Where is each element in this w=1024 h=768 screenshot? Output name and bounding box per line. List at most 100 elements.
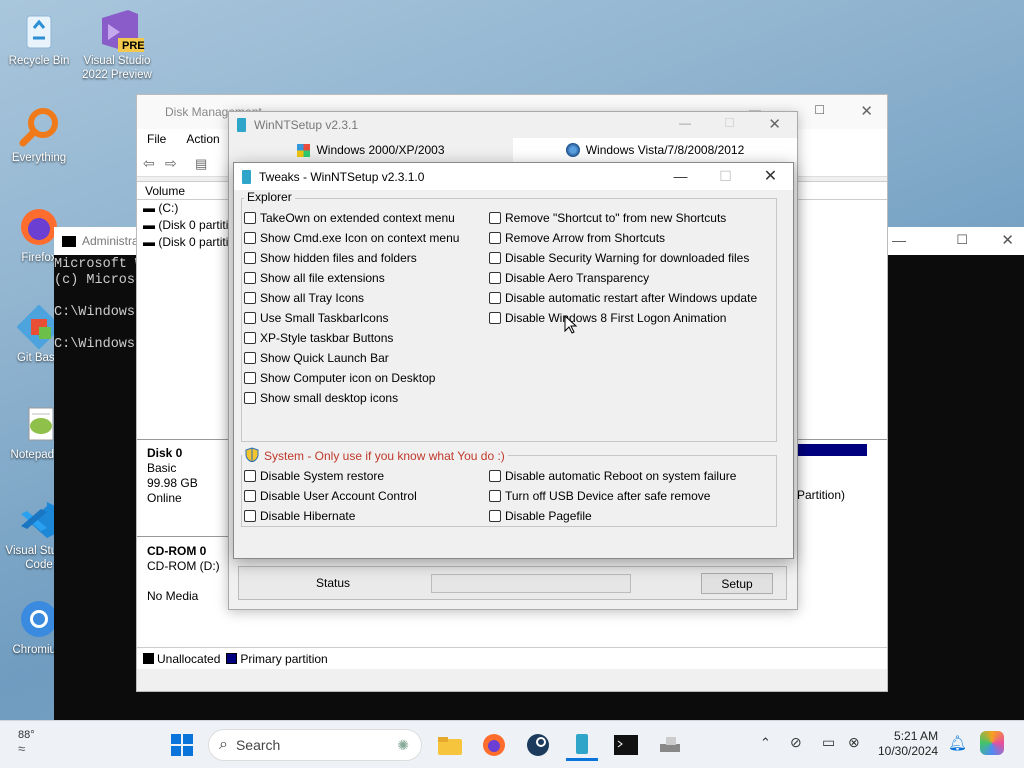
maximize-icon: ☐ (724, 116, 735, 130)
taskbar: 88° ≈ ⌕ Search ✺ ⌃ ⊘ ▭ ⊗ 5:21 AM 10/30/2… (0, 720, 1024, 768)
checkbox-auto-restart[interactable]: Disable automatic restart after Windows … (489, 291, 757, 305)
clock-time: 5:21 AM (894, 729, 939, 743)
checkbox-pagefile[interactable]: Disable Pagefile (489, 509, 592, 523)
firefox-taskbar-icon[interactable] (478, 729, 510, 761)
os-tabs: Windows 2000/XP/2003 Windows Vista/7/8/2… (229, 138, 797, 162)
forward-arrow-icon[interactable]: ⇨ (165, 155, 177, 172)
visual-studio-icon: PRE (94, 8, 145, 52)
checkbox-file-extensions[interactable]: Show all file extensions (244, 271, 385, 285)
start-button[interactable] (166, 729, 198, 761)
preview-badge: PRE (122, 40, 145, 52)
tab-windows-xp[interactable]: Windows 2000/XP/2003 (229, 138, 513, 162)
cdrom-label[interactable]: CD-ROM 0 CD-ROM (D:) No Media (147, 544, 220, 604)
maximize-icon: ☐ (719, 167, 732, 184)
checkbox-auto-reboot[interactable]: Disable automatic Reboot on system failu… (489, 469, 736, 483)
clock[interactable]: 5:21 AM 10/30/2024 (878, 729, 938, 759)
checkbox-cmd-icon[interactable]: Show Cmd.exe Icon on context menu (244, 231, 459, 245)
checkbox-aero-transparency[interactable]: Disable Aero Transparency (489, 271, 649, 285)
winntsetup-icon (237, 118, 246, 132)
search-icon: ⌕ (219, 736, 228, 753)
maximize-icon[interactable]: ☐ (814, 103, 825, 117)
recycle-bin-icon (17, 8, 61, 52)
desktop-icon-label: Everything (11, 152, 67, 164)
close-icon[interactable]: ✕ (748, 163, 793, 189)
primary-partition-bar (797, 444, 867, 456)
checkbox-small-taskbar-icons[interactable]: Use Small TaskbarIcons (244, 311, 389, 325)
checkbox-takeown[interactable]: TakeOwn on extended context menu (244, 211, 455, 225)
steam-icon[interactable] (522, 729, 554, 761)
chevron-up-icon[interactable]: ⌃ (760, 735, 771, 751)
checkbox-remove-arrow[interactable]: Remove Arrow from Shortcuts (489, 231, 665, 245)
tweaks-title: Tweaks - WinNTSetup v2.3.1.0 (259, 169, 425, 184)
winnt-title: WinNTSetup v2.3.1 (254, 118, 359, 132)
copilot-icon[interactable] (980, 731, 1004, 755)
tab-windows-vista[interactable]: Windows Vista/7/8/2008/2012 (513, 138, 797, 162)
system-group-label: System - Only use if you know what You d… (242, 447, 508, 465)
shield-icon (245, 447, 259, 465)
desktop-icon-label: Recycle Bin (8, 55, 70, 67)
close-icon[interactable]: ✕ (768, 115, 781, 133)
checkbox-hidden-files[interactable]: Show hidden files and folders (244, 251, 417, 265)
legend-unallocated: Unallocated (143, 652, 220, 666)
terminal-taskbar-icon[interactable] (610, 729, 642, 761)
windows-vista-orb-icon (565, 143, 580, 157)
search-placeholder: Search (235, 737, 281, 753)
volume-muted-icon[interactable]: ⊗ (848, 734, 860, 751)
tweaks-titlebar[interactable]: Tweaks - WinNTSetup v2.3.1.0 — ☐ ✕ (234, 163, 793, 190)
desktop-icon-recycle-bin[interactable]: Recycle Bin (3, 8, 75, 68)
desktop-icon-label: Visual Studio 2022 Preview (82, 55, 152, 81)
maximize-icon[interactable]: ☐ (956, 232, 968, 248)
checkbox-tray-icons[interactable]: Show all Tray Icons (244, 291, 364, 305)
checkbox-hibernate[interactable]: Disable Hibernate (244, 509, 355, 523)
partition-label[interactable]: Partition) (797, 488, 845, 502)
status-label: Status (316, 576, 351, 590)
disk-management-taskbar-icon[interactable] (654, 729, 686, 761)
status-panel: Status Setup (238, 566, 787, 600)
weather-widget[interactable]: 88° ≈ (18, 729, 35, 756)
checkbox-system-restore[interactable]: Disable System restore (244, 469, 384, 483)
network-icon[interactable]: ⊘ (790, 734, 802, 751)
winnt-titlebar[interactable]: WinNTSetup v2.3.1 — ☐ ✕ (229, 112, 797, 138)
tweaks-dialog[interactable]: Tweaks - WinNTSetup v2.3.1.0 — ☐ ✕ Explo… (233, 162, 794, 559)
windows-logo-icon (171, 734, 193, 756)
display-icon[interactable]: ▭ (822, 734, 835, 751)
winntsetup-icon (242, 169, 251, 184)
checkbox-logon-animation[interactable]: Disable Windows 8 First Logon Animation (489, 311, 726, 325)
close-icon[interactable]: ✕ (860, 102, 873, 120)
checkbox-remove-shortcut-to[interactable]: Remove "Shortcut to" from new Shortcuts (489, 211, 726, 225)
checkbox-quick-launch[interactable]: Show Quick Launch Bar (244, 351, 389, 365)
desktop-icon-everything[interactable]: Everything (3, 105, 75, 165)
back-arrow-icon[interactable]: ⇦ (143, 155, 155, 172)
disk0-label[interactable]: Disk 0 Basic 99.98 GB Online (147, 446, 198, 506)
minimize-icon[interactable]: — (658, 163, 703, 189)
desktop-icon-visual-studio[interactable]: PRE Visual Studio 2022 Preview (80, 8, 152, 82)
properties-icon[interactable]: ▤ (195, 156, 207, 172)
checkbox-xp-taskbar[interactable]: XP-Style taskbar Buttons (244, 331, 393, 345)
menu-file[interactable]: File (147, 132, 166, 146)
checkbox-small-desktop-icons[interactable]: Show small desktop icons (244, 391, 398, 405)
setup-button[interactable]: Setup (701, 573, 773, 594)
windows-xp-flag-icon (297, 143, 311, 157)
progress-bar (431, 574, 631, 593)
winntsetup-taskbar-icon[interactable] (566, 729, 598, 761)
legend-primary: Primary partition (226, 652, 328, 666)
close-icon[interactable]: ✕ (1001, 231, 1014, 249)
weather-icon: ≈ (18, 741, 26, 756)
minimize-icon[interactable]: — (679, 116, 691, 130)
checkbox-security-warning[interactable]: Disable Security Warning for downloaded … (489, 251, 749, 265)
dm-legend: Unallocated Primary partition (137, 647, 887, 669)
menu-action[interactable]: Action (186, 132, 219, 146)
explorer-group-label: Explorer (244, 190, 295, 204)
minimize-icon[interactable]: — (892, 232, 906, 248)
mouse-cursor-icon (564, 315, 578, 334)
cmd-icon (62, 235, 76, 247)
clock-date: 10/30/2024 (878, 744, 939, 758)
taskbar-search[interactable]: ⌕ Search ✺ (208, 729, 422, 761)
checkbox-computer-icon[interactable]: Show Computer icon on Desktop (244, 371, 435, 385)
search-magnifier-icon (17, 105, 61, 149)
notification-bell-icon[interactable]: 🔔︎ (948, 734, 967, 752)
checkbox-uac[interactable]: Disable User Account Control (244, 489, 417, 503)
search-highlight-icon: ✺ (397, 736, 409, 753)
checkbox-usb-safe-remove[interactable]: Turn off USB Device after safe remove (489, 489, 710, 503)
file-explorer-icon[interactable] (434, 729, 466, 761)
